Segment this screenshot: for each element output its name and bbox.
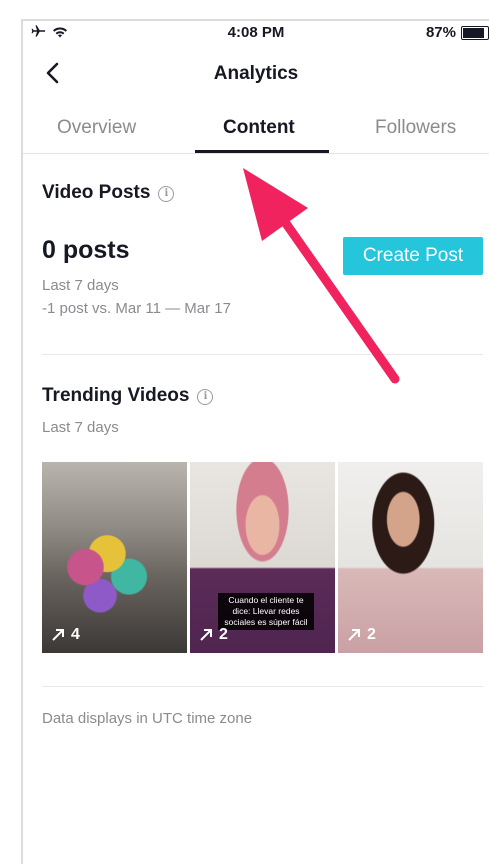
screenshot-frame-left	[0, 19, 23, 864]
screenshot-frame-top	[0, 0, 489, 21]
section-divider	[42, 354, 483, 355]
trend-arrow-icon	[52, 629, 64, 641]
video-trend-stat: 2	[199, 626, 228, 644]
trending-video-thumbnail[interactable]: 4	[42, 462, 187, 653]
posts-count: 0 posts	[42, 236, 130, 264]
video-posts-title: Video Posts	[42, 182, 151, 203]
video-trend-stat: 4	[51, 626, 80, 644]
info-icon[interactable]: i	[158, 186, 175, 202]
nav-bar: Analytics	[23, 51, 489, 95]
status-right: 87%	[426, 24, 489, 41]
posts-period: Last 7 days	[42, 277, 119, 294]
tab-followers[interactable]: Followers	[375, 117, 456, 139]
tab-content[interactable]: Content	[223, 117, 295, 139]
tab-overview[interactable]: Overview	[57, 117, 136, 139]
trending-period: Last 7 days	[42, 419, 119, 436]
trending-videos-heading: Trending Videos i	[42, 385, 214, 407]
trending-video-thumbnail[interactable]: Cuando el cliente te dice: Llevar redes …	[190, 462, 335, 653]
trending-videos-title: Trending Videos	[42, 385, 190, 406]
video-trend-value: 4	[71, 626, 80, 643]
page-title: Analytics	[213, 63, 299, 84]
section-divider	[42, 686, 483, 687]
active-tab-indicator	[195, 150, 329, 153]
video-posts-heading: Video Posts i	[42, 182, 175, 204]
video-trend-value: 2	[367, 626, 376, 643]
video-caption: Cuando el cliente te dice: Llevar redes …	[218, 593, 314, 630]
timezone-note: Data displays in UTC time zone	[42, 710, 253, 727]
analytics-screen: 4:08 PM 87% Analytics Overview Content F…	[23, 21, 489, 864]
analytics-tabs: Overview Content Followers	[23, 111, 489, 154]
info-icon[interactable]: i	[197, 389, 214, 405]
status-bar: 4:08 PM 87%	[23, 21, 489, 45]
battery-percent: 87%	[425, 24, 456, 41]
trending-videos-list: 4 Cuando el cliente te dice: Llevar rede…	[42, 462, 483, 653]
video-trend-stat: 2	[347, 626, 376, 644]
trend-arrow-icon	[200, 629, 212, 641]
posts-comparison: -1 post vs. Mar 11 — Mar 17	[42, 300, 231, 317]
battery-icon	[461, 25, 489, 40]
status-time: 4:08 PM	[227, 24, 285, 41]
create-post-button[interactable]: Create Post	[343, 237, 483, 275]
trending-video-thumbnail[interactable]: 2	[338, 462, 483, 653]
video-trend-value: 2	[219, 626, 228, 643]
trend-arrow-icon	[348, 629, 360, 641]
